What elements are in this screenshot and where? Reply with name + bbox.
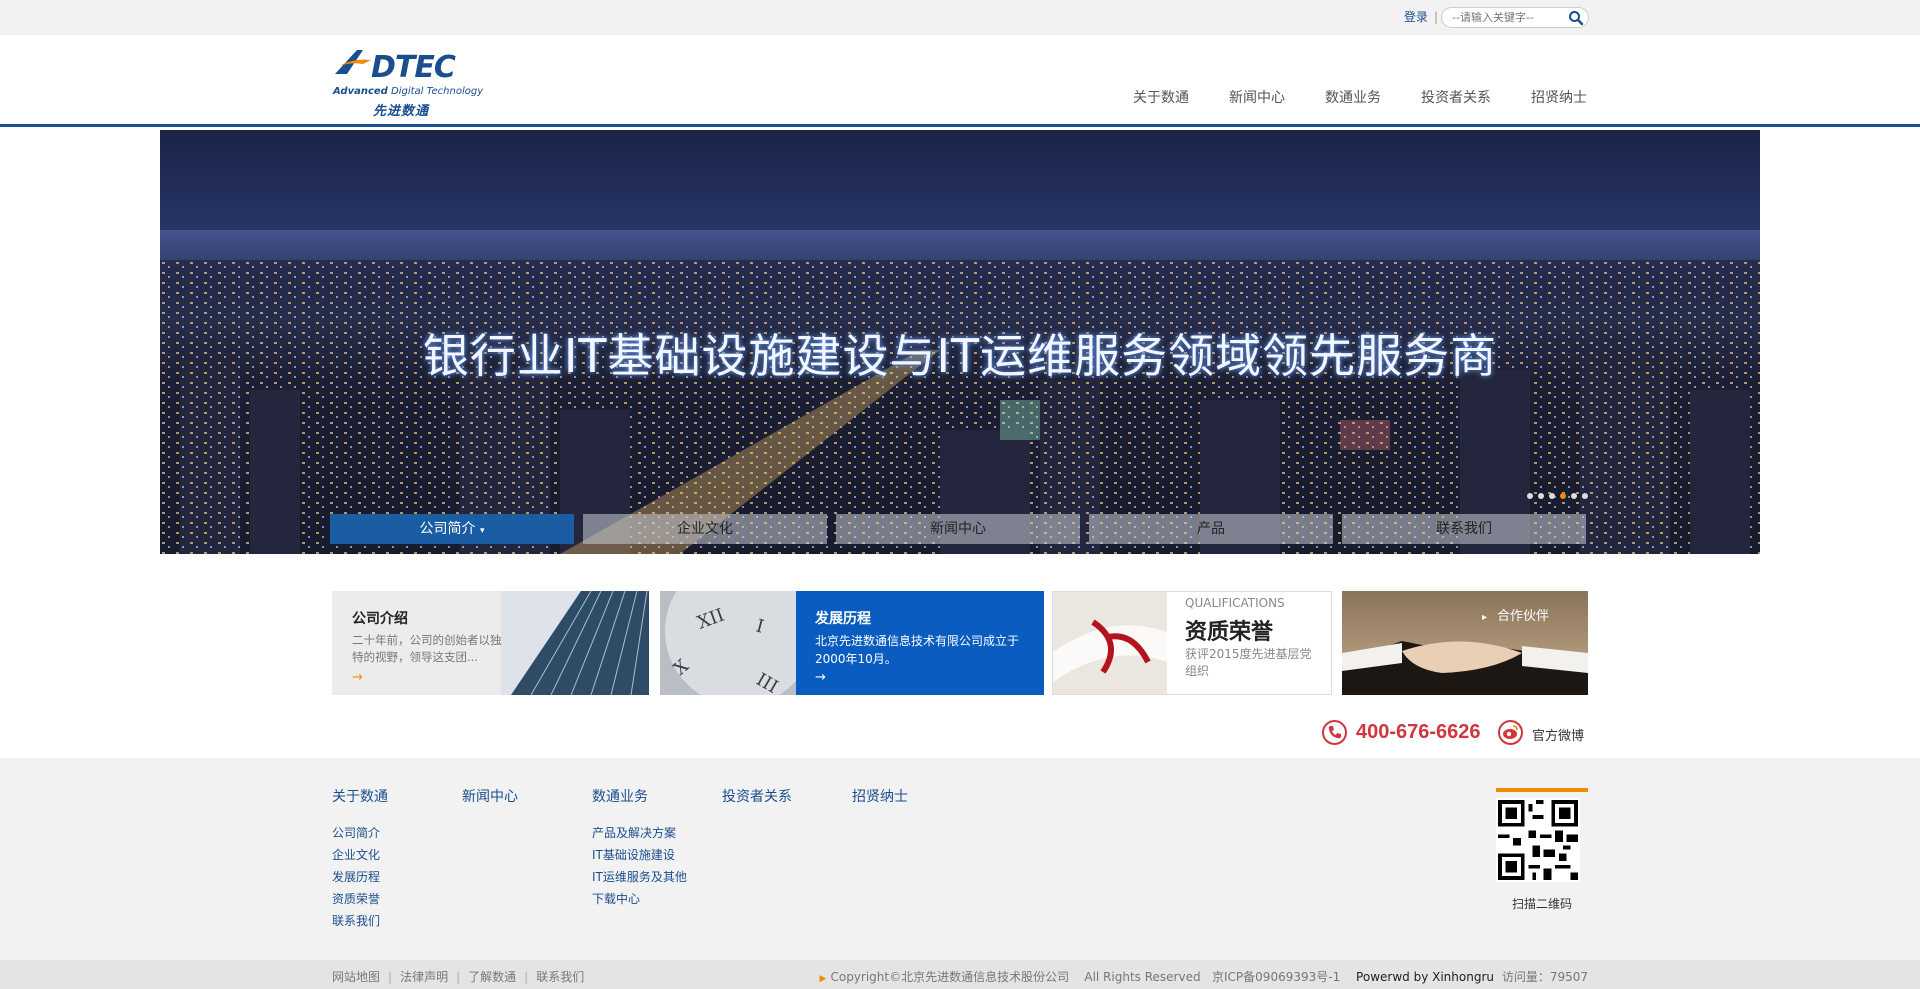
slide-dot[interactable]: [1538, 493, 1544, 499]
footer-link-qualifications[interactable]: 资质荣誉: [332, 888, 388, 910]
footer-column-title[interactable]: 招贤纳士: [852, 786, 908, 806]
slide-dot[interactable]: [1571, 493, 1577, 499]
company-logo[interactable]: DTEC Advanced Digital Technology 先进数通: [333, 48, 483, 119]
subnav-tab-contact[interactable]: 联系我们: [1342, 514, 1586, 544]
footer-link-culture[interactable]: 企业文化: [332, 844, 388, 866]
logo-chinese-name: 先进数通: [373, 104, 430, 119]
link-separator: |: [1433, 10, 1438, 24]
subnav-tab-products[interactable]: 产品: [1089, 514, 1333, 544]
qr-code-block: 扫描二维码: [1496, 788, 1588, 912]
logo-name: DTEC: [371, 50, 456, 85]
footer-column-business: 数通业务 产品及解决方案 IT基础设施建设 IT运维服务及其他 下载中心: [592, 786, 687, 910]
bottom-link-contact[interactable]: 联系我们: [536, 970, 584, 984]
search-icon[interactable]: [1568, 10, 1584, 26]
footer-link-history[interactable]: 发展历程: [332, 866, 388, 888]
qr-code-image: [1496, 798, 1580, 882]
search-box: [1441, 7, 1589, 28]
card-title: 发展历程: [815, 611, 871, 627]
bottom-bar: 网站地图 | 法律声明 | 了解数通 | 联系我们 ▶ Copyright©北京先进数通信息技…: [0, 960, 1920, 989]
card-title: 合作伙伴: [1482, 605, 1549, 624]
feature-cards: 公司介绍 二十年前，公司的创始者以独特的视野，领导这支团... → XII I …: [332, 591, 1588, 695]
visit-counter: 访问量：79507: [1501, 970, 1588, 984]
caret-down-icon: ▾: [479, 526, 485, 536]
site-header: DTEC Advanced Digital Technology 先进数通 关于…: [0, 35, 1920, 127]
search-input[interactable]: [1452, 10, 1562, 25]
slide-dot-active[interactable]: [1560, 493, 1566, 499]
main-nav: 关于数通 新闻中心 数通业务 投资者关系 招贤纳士: [1093, 87, 1587, 107]
card-qualifications[interactable]: QUALIFICATIONS 资质荣誉 获评2015度先进基层党组织: [1052, 591, 1332, 695]
card-title: 资质荣誉: [1185, 620, 1274, 645]
weibo-icon: [1498, 720, 1523, 745]
subnav-tab-culture[interactable]: 企业文化: [583, 514, 827, 544]
slide-dot[interactable]: [1582, 493, 1588, 499]
login-link[interactable]: 登录: [1404, 10, 1428, 24]
footer-link-contact[interactable]: 联系我们: [332, 910, 388, 932]
slide-indicators: [1522, 493, 1588, 499]
footer-column-title[interactable]: 关于数通: [332, 786, 388, 806]
banner-subnav: 公司简介 ▾ 企业文化 新闻中心 产品 联系我们: [330, 514, 1586, 544]
footer-link-company-intro[interactable]: 公司简介: [332, 822, 388, 844]
footer-column-about: 关于数通 公司简介 企业文化 发展历程 资质荣誉 联系我们: [332, 786, 388, 932]
slide-dot[interactable]: [1549, 493, 1555, 499]
glass-building-image: [501, 591, 649, 695]
footer-link-solutions[interactable]: 产品及解决方案: [592, 822, 687, 844]
arrow-right-icon[interactable]: →: [352, 670, 363, 685]
footer-column-title[interactable]: 数通业务: [592, 786, 687, 806]
qr-caption: 扫描二维码: [1511, 897, 1572, 911]
footer-column-news: 新闻中心: [462, 786, 518, 822]
bottom-links: 网站地图 | 法律声明 | 了解数通 | 联系我们: [332, 968, 584, 985]
nav-item-about[interactable]: 关于数通: [1133, 87, 1189, 107]
footer-link-operations[interactable]: IT运维服务及其他: [592, 866, 687, 888]
footer-column-investors: 投资者关系: [722, 786, 792, 822]
powered-by: Powerwd by Xinhongru: [1356, 970, 1494, 984]
subnav-tab-news[interactable]: 新闻中心: [836, 514, 1080, 544]
banner-slogan: 银行业IT基础设施建设与IT运维服务领域领先服务商: [422, 329, 1498, 383]
bottom-link-legal[interactable]: 法律声明: [400, 970, 448, 984]
copyright-info: ▶ Copyright©北京先进数通信息技术股份公司 All Rights Res…: [820, 968, 1588, 985]
slide-dot[interactable]: [1527, 493, 1533, 499]
card-description: 二十年前，公司的创始者以独特的视野，领导这支团...: [352, 633, 502, 664]
weibo-label: 官方微博: [1532, 729, 1585, 744]
card-title: 公司介绍: [352, 611, 408, 627]
arrow-right-icon[interactable]: →: [815, 670, 826, 685]
card-partners[interactable]: 合作伙伴: [1342, 591, 1588, 695]
logo-tagline: Advanced Digital Technology: [333, 86, 484, 97]
nav-item-business[interactable]: 数通业务: [1325, 87, 1381, 107]
link-separator: |: [388, 970, 393, 984]
top-utility-bar: 登录|注册: [0, 0, 1920, 35]
site-footer: 关于数通 公司简介 企业文化 发展历程 资质荣誉 联系我们 新闻中心 数通业务 …: [0, 758, 1920, 960]
card-description: 获评2015度先进基层党组织: [1185, 647, 1312, 678]
copyright-text: Copyright©北京先进数通信息技术股份公司 All Rights Rese…: [830, 970, 1341, 984]
nav-item-investors[interactable]: 投资者关系: [1421, 87, 1491, 107]
link-separator: |: [456, 970, 461, 984]
card-english-title: QUALIFICATIONS: [1185, 596, 1285, 610]
phone-number: 400-676-6626: [1356, 721, 1481, 743]
footer-column-title[interactable]: 投资者关系: [722, 786, 792, 806]
clock-image: XII I X III: [660, 591, 796, 695]
card-company-intro[interactable]: 公司介绍 二十年前，公司的创始者以独特的视野，领导这支团... →: [332, 591, 649, 695]
logo-mark-icon: [335, 50, 371, 74]
bottom-link-about[interactable]: 了解数通: [468, 970, 516, 984]
card-history[interactable]: XII I X III 发展历程 北京先进数通信息技术有限公司成立于2000年1…: [660, 591, 1044, 695]
nav-item-careers[interactable]: 招贤纳士: [1531, 87, 1587, 107]
footer-column-careers: 招贤纳士: [852, 786, 908, 822]
footer-link-infrastructure[interactable]: IT基础设施建设: [592, 844, 687, 866]
card-description: 北京先进数通信息技术有限公司成立于2000年10月。: [815, 634, 1020, 666]
bottom-link-sitemap[interactable]: 网站地图: [332, 970, 380, 984]
link-separator: |: [524, 970, 529, 984]
footer-link-downloads[interactable]: 下载中心: [592, 888, 687, 910]
phone-icon: [1322, 720, 1347, 745]
hero-banner[interactable]: 银行业IT基础设施建设与IT运维服务领域领先服务商 公司简介 ▾ 企业文化 新闻…: [160, 130, 1760, 554]
qr-accent-bar: [1496, 788, 1588, 792]
nav-item-news[interactable]: 新闻中心: [1229, 87, 1285, 107]
subnav-tab-company-intro[interactable]: 公司简介 ▾: [330, 514, 574, 544]
footer-column-title[interactable]: 新闻中心: [462, 786, 518, 806]
ribbon-scroll-image: [1053, 592, 1167, 694]
triangle-right-icon: ▶: [819, 974, 827, 984]
handshake-image: [1342, 641, 1588, 695]
